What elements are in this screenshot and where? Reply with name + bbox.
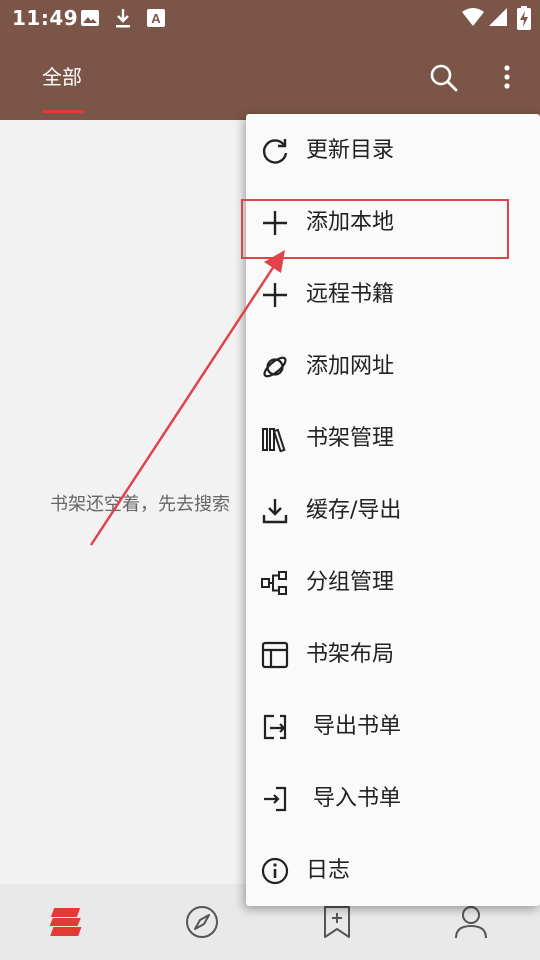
search-icon bbox=[430, 64, 458, 92]
tab-indicator bbox=[42, 110, 84, 113]
nav-explore[interactable] bbox=[182, 902, 222, 942]
download-icon bbox=[116, 9, 130, 28]
menu-label: 日志 bbox=[306, 858, 351, 883]
battery-charging-icon bbox=[517, 6, 531, 30]
menu-label: 缓存/导出 bbox=[306, 498, 402, 523]
menu-label: 导入书单 bbox=[313, 786, 402, 811]
app-bar: 全部 bbox=[0, 36, 540, 120]
menu-label: 添加网址 bbox=[306, 354, 395, 379]
explore-compass-icon bbox=[186, 906, 218, 938]
menu-item-group-manage[interactable]: 分组管理 bbox=[246, 546, 540, 618]
more-vert-icon bbox=[504, 65, 510, 89]
menu-item-update-toc[interactable]: 更新目录 bbox=[246, 114, 540, 186]
svg-text:A: A bbox=[151, 11, 161, 26]
menu-item-log[interactable]: 日志 bbox=[246, 834, 540, 906]
nav-my[interactable] bbox=[451, 902, 491, 942]
profile-icon bbox=[455, 906, 487, 939]
menu-item-cache-export[interactable]: 缓存/导出 bbox=[246, 474, 540, 546]
menu-label: 更新目录 bbox=[306, 138, 395, 163]
menu-label: 分组管理 bbox=[306, 570, 395, 595]
wifi-icon bbox=[462, 8, 484, 26]
text-a-icon: A bbox=[147, 9, 165, 27]
menu-item-remote-books[interactable]: 远程书籍 bbox=[246, 258, 540, 330]
import-icon bbox=[264, 786, 287, 812]
group-icon bbox=[261, 571, 287, 595]
status-time: 11:49 bbox=[12, 6, 79, 30]
more-options-button[interactable] bbox=[487, 58, 527, 98]
screen: 11:49 A 全部 书架还空着，先去搜索 更新目录 添加本地 远程书籍 添加网… bbox=[0, 0, 540, 960]
download-icon bbox=[262, 499, 288, 524]
plus-icon bbox=[263, 283, 287, 307]
info-icon bbox=[261, 857, 289, 885]
menu-label: 书架管理 bbox=[306, 426, 395, 451]
menu-item-export-booklist[interactable]: 导出书单 bbox=[246, 690, 540, 762]
layout-icon bbox=[261, 641, 289, 669]
empty-bookshelf-message: 书架还空着，先去搜索 bbox=[50, 494, 230, 515]
image-icon bbox=[81, 10, 99, 26]
export-icon bbox=[263, 714, 287, 740]
planet-icon bbox=[263, 356, 287, 378]
menu-label: 书架布局 bbox=[306, 642, 395, 667]
nav-rss[interactable] bbox=[317, 902, 357, 942]
nav-bookshelf[interactable] bbox=[47, 902, 87, 942]
menu-item-bookshelf-manage[interactable]: 书架管理 bbox=[246, 402, 540, 474]
status-bar: 11:49 A bbox=[0, 0, 540, 36]
menu-item-add-url[interactable]: 添加网址 bbox=[246, 330, 540, 402]
books-icon bbox=[262, 428, 286, 453]
tab-all[interactable]: 全部 bbox=[42, 64, 82, 90]
signal-icon bbox=[489, 8, 507, 26]
bookshelf-icon bbox=[49, 908, 82, 936]
bookmark-add-icon bbox=[324, 906, 350, 938]
highlight-box bbox=[241, 199, 509, 259]
menu-label: 远程书籍 bbox=[306, 282, 395, 307]
menu-item-import-booklist[interactable]: 导入书单 bbox=[246, 762, 540, 834]
search-button[interactable] bbox=[424, 58, 464, 98]
menu-label: 导出书单 bbox=[313, 714, 402, 739]
menu-item-bookshelf-layout[interactable]: 书架布局 bbox=[246, 618, 540, 690]
refresh-icon bbox=[262, 139, 288, 164]
